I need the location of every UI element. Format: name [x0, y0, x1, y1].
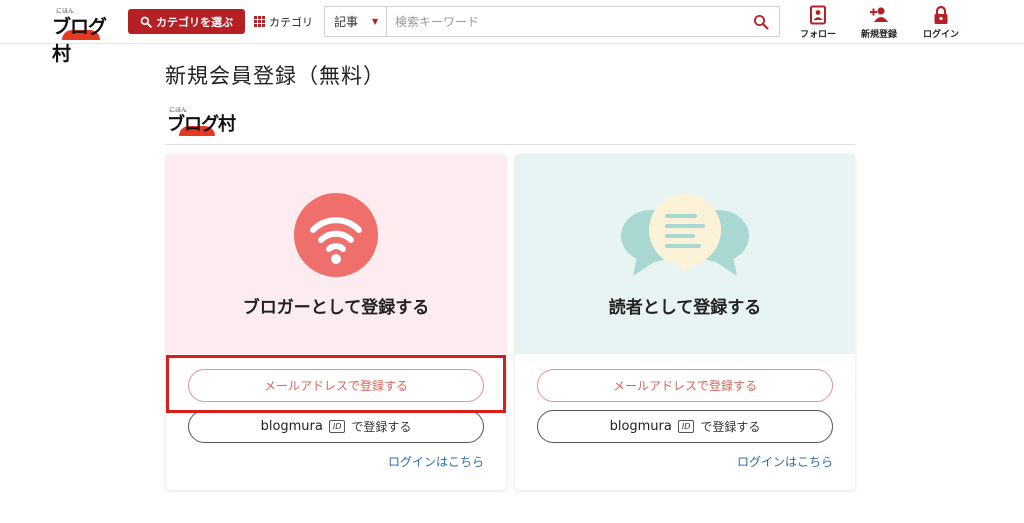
blogmura-brand: blogmura	[260, 419, 323, 434]
logo-main-text: ブログ村	[52, 16, 107, 65]
card-header: ブロガーとして登録する	[166, 154, 506, 354]
card-header: 読者として登録する	[515, 154, 855, 354]
category-label: カテゴリ	[269, 15, 313, 29]
register-label: 新規登録	[860, 30, 897, 40]
wifi-icon	[294, 193, 378, 277]
lock-icon	[934, 5, 948, 24]
follow-label: フォロー	[799, 30, 836, 40]
button-label: メールアドレスで登録する	[263, 379, 408, 393]
blogmura-id-register-button[interactable]: blogmura ID で登録する	[537, 410, 833, 443]
register-button[interactable]: 新規登録	[851, 5, 907, 41]
email-register-button[interactable]: メールアドレスで登録する	[537, 369, 833, 402]
header: にほん ブログ村 カテゴリを選ぶ カテゴリ 記事 ▼ 検索キーワード フォロー …	[0, 0, 1024, 65]
search-icon	[754, 14, 769, 29]
brand-logo: にほん ブログ村	[165, 104, 241, 136]
blogmura-brand: blogmura	[609, 419, 672, 434]
id-badge: ID	[328, 420, 346, 433]
login-link[interactable]: ログインはこちら	[737, 453, 833, 470]
add-user-icon	[870, 7, 888, 22]
divider	[165, 144, 855, 145]
category-link[interactable]: カテゴリ	[254, 9, 313, 34]
page-title: 新規会員登録（無料）	[165, 64, 385, 88]
category-select-label: カテゴリを選ぶ	[156, 15, 233, 29]
category-select-button[interactable]: カテゴリを選ぶ	[128, 9, 245, 34]
site-logo[interactable]: にほん ブログ村	[50, 6, 120, 65]
blogmura-id-register-button[interactable]: blogmura ID で登録する	[188, 410, 484, 443]
search-type-select[interactable]: 記事 ▼	[325, 7, 387, 36]
card-title: 読者として登録する	[608, 298, 762, 318]
search-type-value: 記事	[334, 15, 359, 29]
dropdown-triangle-icon: ▼	[372, 17, 379, 26]
login-button[interactable]: ログイン	[913, 5, 969, 41]
grid-icon	[254, 16, 265, 27]
reader-register-card: 読者として登録する メールアドレスで登録する blogmura ID で登録する…	[515, 154, 855, 490]
follow-icon	[810, 5, 826, 25]
search-icon	[140, 16, 152, 28]
search-input[interactable]	[387, 7, 743, 36]
card-title: ブロガーとして登録する	[242, 298, 430, 318]
search-bar: 記事 ▼	[324, 6, 780, 37]
follow-button[interactable]: フォロー	[790, 5, 846, 41]
blogger-register-card: ブロガーとして登録する メールアドレスで登録する blogmura ID で登録…	[166, 154, 506, 490]
button-label: メールアドレスで登録する	[612, 379, 757, 393]
button-label: で登録する	[351, 420, 412, 434]
email-register-button[interactable]: メールアドレスで登録する	[188, 369, 484, 402]
button-label: で登録する	[700, 420, 761, 434]
search-submit-button[interactable]	[743, 7, 779, 36]
logo-main-text: ブログ村	[167, 114, 236, 135]
login-link[interactable]: ログインはこちら	[388, 453, 484, 470]
login-label: ログイン	[922, 30, 959, 40]
chat-bubbles-icon	[621, 194, 749, 276]
id-badge: ID	[677, 420, 695, 433]
